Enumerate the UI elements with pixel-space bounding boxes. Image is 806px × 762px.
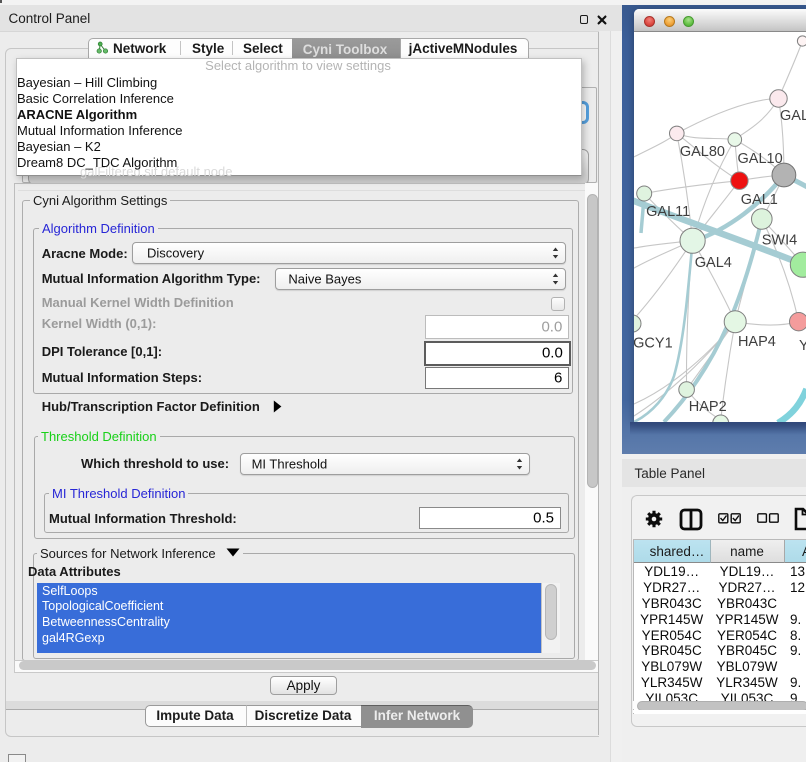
svg-text:Y: Y (799, 338, 806, 354)
svg-text:GAL11: GAL11 (646, 204, 690, 220)
svg-text:GCY1: GCY1 (634, 336, 673, 352)
svg-text:SWI4: SWI4 (761, 233, 796, 249)
svg-text:HAP2: HAP2 (688, 399, 726, 415)
svg-text:GAL4: GAL4 (694, 255, 731, 271)
svg-text:GAL80: GAL80 (679, 144, 724, 160)
svg-text:GAL7: GAL7 (780, 108, 806, 124)
svg-text:GAL1: GAL1 (740, 192, 777, 208)
svg-text:HAP4: HAP4 (737, 334, 775, 350)
svg-text:GAL10: GAL10 (737, 151, 782, 167)
